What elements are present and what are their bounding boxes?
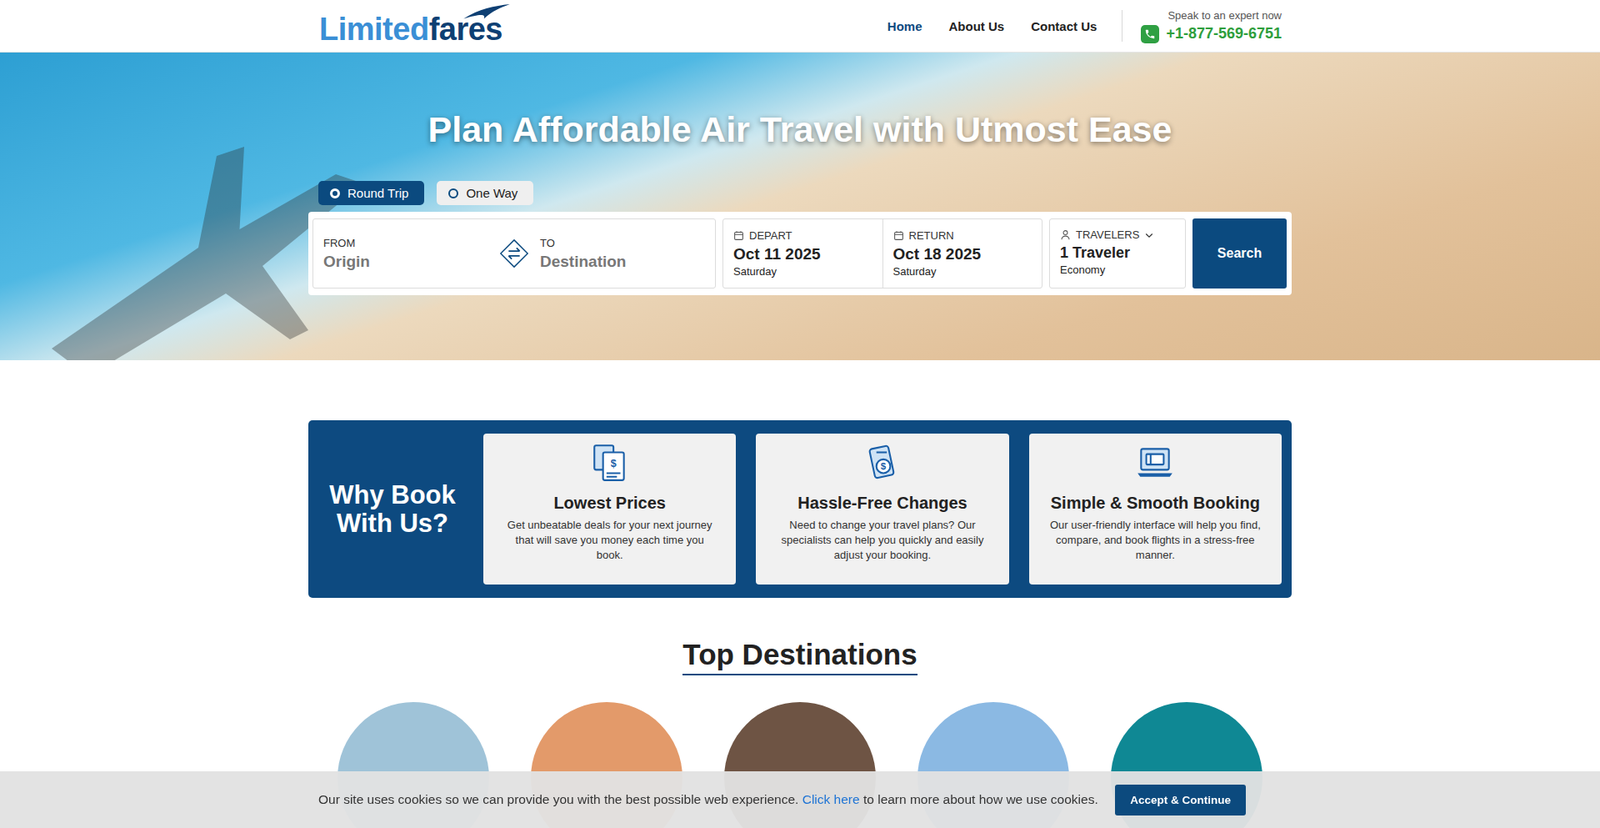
- feature-card: $ Hassle-Free Changes Need to change your …: [755, 433, 1009, 585]
- return-field[interactable]: RETURN Oct 18 2025Saturday: [882, 219, 1043, 288]
- hero-title: Plan Affordable Air Travel with Utmost E…: [308, 107, 1292, 151]
- card-text: Our user-friendly interface will help yo…: [1047, 517, 1264, 563]
- from-placeholder: Origin: [323, 252, 489, 271]
- travelers-field[interactable]: TRAVELERS 1 TravelerEconomy: [1049, 218, 1186, 289]
- feature-card: $ Lowest Prices Get unbeatable deals for y…: [483, 433, 736, 585]
- why-book-section: Why Book With Us? $ Lowest Prices Get unbea…: [308, 420, 1292, 598]
- logo-light-text: Limited: [319, 11, 430, 47]
- header-divider: [1121, 10, 1123, 42]
- card-title: Lowest Prices: [553, 493, 666, 513]
- logo-wing-icon: [462, 3, 511, 20]
- trip-type-label: One Way: [465, 185, 518, 200]
- cookie-banner: Our site uses cookies so we can provide …: [0, 770, 1600, 828]
- hero: Plan Affordable Air Travel with Utmost E…: [0, 52, 1600, 360]
- calendar-icon: [733, 230, 745, 241]
- to-label: TO: [540, 236, 705, 250]
- search-button[interactable]: Search: [1192, 218, 1287, 289]
- destinations-title: Top Destinations: [682, 637, 917, 675]
- from-field[interactable]: FROM Origin: [313, 236, 499, 271]
- trip-type-group: Round Trip One Way: [318, 180, 1292, 205]
- swap-icon: [498, 237, 530, 270]
- trip-type-radio[interactable]: Round Trip: [318, 180, 425, 205]
- trip-type-label: Round Trip: [347, 185, 409, 200]
- depart-date: Oct 11 2025: [733, 245, 873, 264]
- laptop-icon: [1134, 441, 1176, 484]
- why-title: Why Book With Us?: [321, 480, 464, 538]
- card-title: Hassle-Free Changes: [797, 493, 967, 513]
- svg-text:$: $: [880, 460, 887, 471]
- trip-type-radio[interactable]: One Way: [436, 180, 534, 205]
- cabin-class: Economy: [1060, 263, 1175, 276]
- passport-icon: $: [861, 441, 904, 484]
- nav-link[interactable]: About Us: [949, 19, 1005, 34]
- return-label: RETURN: [893, 229, 1033, 242]
- cookie-text: Our site uses cookies so we can provide …: [318, 791, 1099, 807]
- contact-caption: Speak to an expert now: [1167, 9, 1282, 22]
- calendar-icon: [893, 230, 905, 241]
- accept-button[interactable]: Accept & Continue: [1115, 784, 1246, 815]
- travelers-value: 1 Traveler: [1060, 244, 1175, 262]
- date-fields: DEPARTOct 11 2025SaturdayRETURNOct 18 20…: [722, 218, 1043, 289]
- swap-button[interactable]: [498, 237, 530, 270]
- travelers-label: TRAVELERS: [1060, 228, 1175, 241]
- card-text: Need to change your travel plans? Our sp…: [774, 517, 990, 563]
- depart-day: Saturday: [733, 265, 873, 278]
- phone-icon: [1140, 25, 1160, 44]
- depart-field[interactable]: DEPART Oct 11 2025Saturday: [723, 219, 883, 288]
- depart-label: DEPART: [733, 229, 873, 242]
- chevron-down-icon: [1144, 230, 1155, 240]
- nav-link[interactable]: Contact Us: [1030, 19, 1097, 34]
- radio-icon: [448, 188, 459, 199]
- phone-number: +1-877-569-6751: [1165, 25, 1282, 43]
- to-field[interactable]: TO Destination: [530, 236, 715, 271]
- price-tag-icon: $: [589, 441, 631, 484]
- contact-block: Speak to an expert now +1-877-569-6751: [1140, 9, 1282, 44]
- nav-link[interactable]: Home: [887, 19, 923, 34]
- cookie-link[interactable]: Click here: [802, 791, 860, 806]
- return-date: Oct 18 2025: [893, 245, 1033, 264]
- logo-bold-text: fares: [429, 11, 503, 47]
- site-header: Limitedfares Home About Us Contact Us Speak …: [0, 0, 1600, 53]
- feature-card: Simple & Smooth Booking Our user-friendly…: [1029, 433, 1282, 585]
- route-fields: FROM Origin TO Destination: [312, 218, 716, 289]
- return-day: Saturday: [893, 265, 1033, 278]
- main-nav: Home About Us Contact Us: [887, 19, 1098, 34]
- card-text: Get unbeatable deals for your next journ…: [501, 517, 718, 563]
- phone-link[interactable]: +1-877-569-6751: [1140, 25, 1282, 44]
- page: Limitedfares Home About Us Contact Us Speak …: [0, 0, 1600, 828]
- svg-text:$: $: [610, 457, 616, 470]
- search-panel: FROM Origin TO Destination DEPART Oct 11 2025…: [308, 211, 1292, 295]
- to-placeholder: Destination: [540, 252, 705, 271]
- logo[interactable]: Limitedfares: [319, 5, 503, 48]
- person-icon: [1060, 229, 1071, 240]
- radio-icon: [330, 188, 340, 199]
- from-label: FROM: [323, 236, 489, 250]
- card-title: Simple & Smooth Booking: [1050, 493, 1260, 513]
